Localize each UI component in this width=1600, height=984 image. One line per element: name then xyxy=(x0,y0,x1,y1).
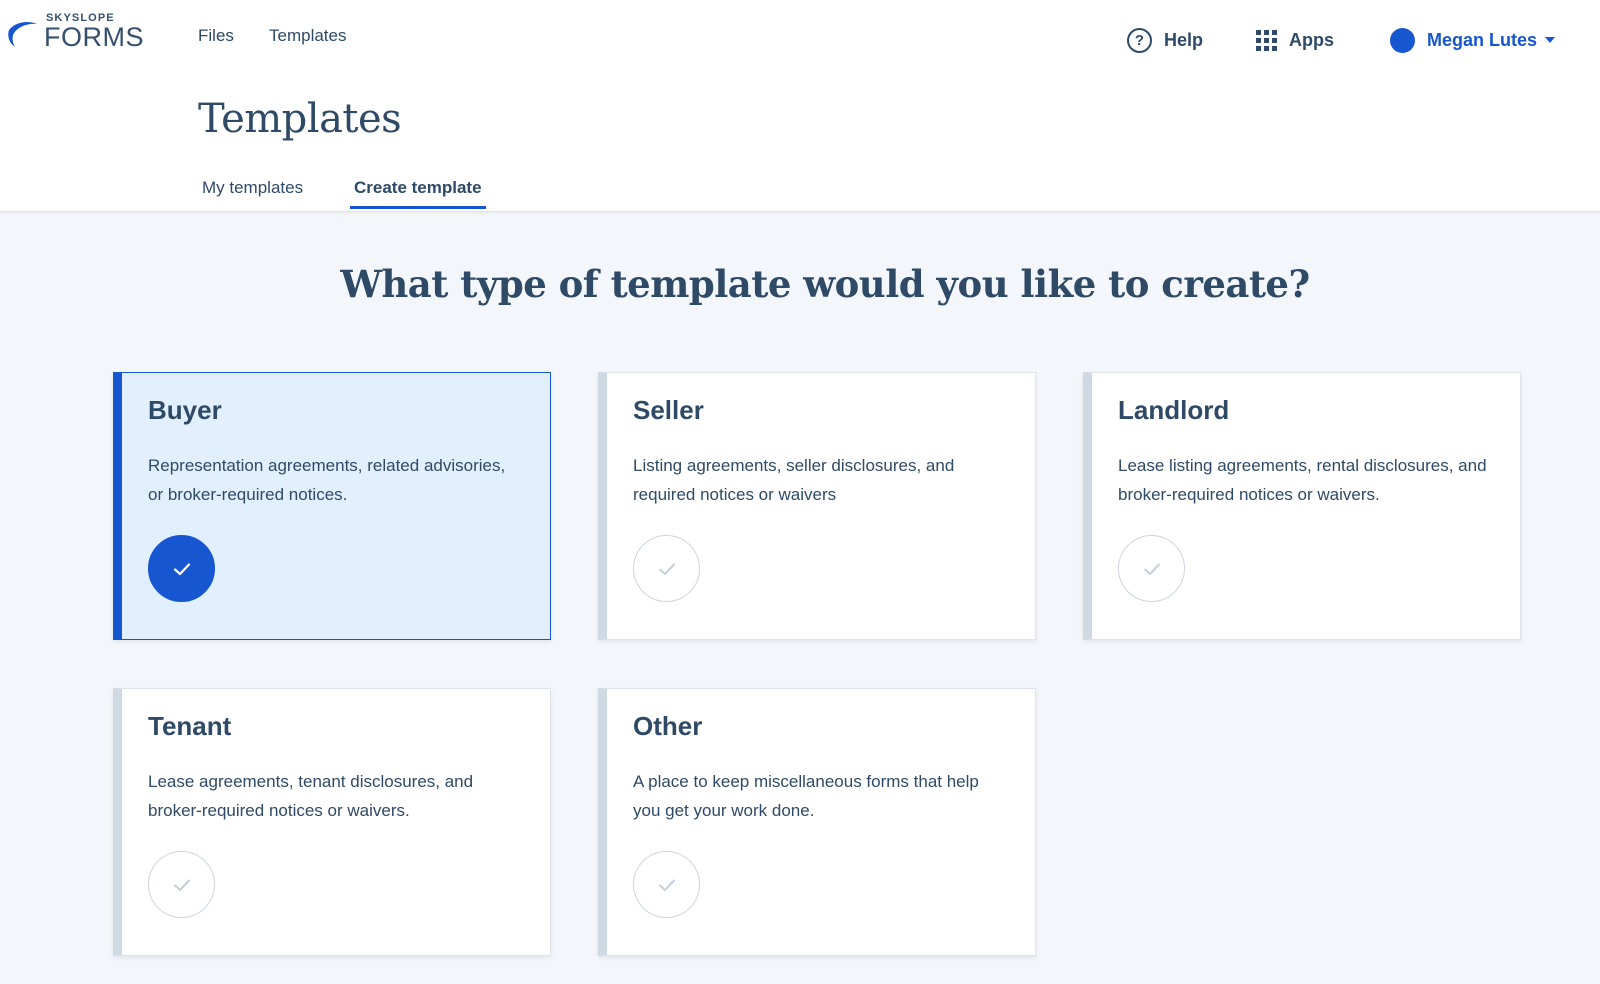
selection-check[interactable] xyxy=(1118,535,1185,602)
avatar xyxy=(1390,27,1415,53)
selection-check[interactable] xyxy=(148,851,215,918)
page-title: Templates xyxy=(198,96,402,142)
template-card-landlord[interactable]: Landlord Lease listing agreements, renta… xyxy=(1083,372,1521,640)
user-name: Megan Lutes xyxy=(1427,29,1538,50)
card-description: A place to keep miscellaneous forms that… xyxy=(633,772,979,820)
apps-label: Apps xyxy=(1289,29,1334,50)
skyslope-forms-logo[interactable]: SKYSLOPE FORMS xyxy=(6,10,156,54)
nav-files[interactable]: Files xyxy=(198,26,234,46)
nav-templates[interactable]: Templates xyxy=(269,26,346,46)
check-icon xyxy=(658,563,675,575)
logo-product-text: FORMS xyxy=(44,22,144,52)
top-header: SKYSLOPE FORMS Files Templates ? Help Ap… xyxy=(0,0,1600,212)
check-icon xyxy=(173,879,190,891)
card-description: Lease listing agreements, rental disclos… xyxy=(1118,456,1487,504)
template-card-seller[interactable]: Seller Listing agreements, seller disclo… xyxy=(598,372,1036,640)
user-menu[interactable]: Megan Lutes xyxy=(1390,26,1556,54)
chevron-down-icon xyxy=(1545,37,1556,43)
card-title: Other xyxy=(633,711,703,741)
selection-check[interactable] xyxy=(633,535,700,602)
selection-check[interactable] xyxy=(148,535,215,602)
template-card-other[interactable]: Other A place to keep miscellaneous form… xyxy=(598,688,1036,956)
card-title: Tenant xyxy=(148,711,232,741)
tab-my-templates[interactable]: My templates xyxy=(198,178,307,206)
card-description: Representation agreements, related advis… xyxy=(148,456,506,504)
skyslope-swoosh-icon xyxy=(8,22,37,47)
check-icon xyxy=(1143,563,1160,575)
help-button[interactable]: ? Help xyxy=(1127,26,1203,54)
card-description: Listing agreements, seller disclosures, … xyxy=(633,456,955,504)
template-card-tenant[interactable]: Tenant Lease agreements, tenant disclosu… xyxy=(113,688,551,956)
card-description: Lease agreements, tenant disclosures, an… xyxy=(148,772,474,820)
template-card-buyer[interactable]: Buyer Representation agreements, related… xyxy=(113,372,551,640)
card-title: Landlord xyxy=(1118,395,1230,425)
check-icon xyxy=(658,879,675,891)
template-type-question: What type of template would you like to … xyxy=(340,262,1310,306)
selection-check[interactable] xyxy=(633,851,700,918)
card-title: Buyer xyxy=(148,395,222,425)
check-icon xyxy=(173,562,190,575)
question-circle-icon: ? xyxy=(1127,27,1152,53)
apps-button[interactable]: Apps xyxy=(1256,26,1334,54)
help-label: Help xyxy=(1164,29,1204,50)
grid-icon xyxy=(1256,29,1277,51)
tab-create-template[interactable]: Create template xyxy=(350,178,486,209)
card-title: Seller xyxy=(633,395,704,425)
